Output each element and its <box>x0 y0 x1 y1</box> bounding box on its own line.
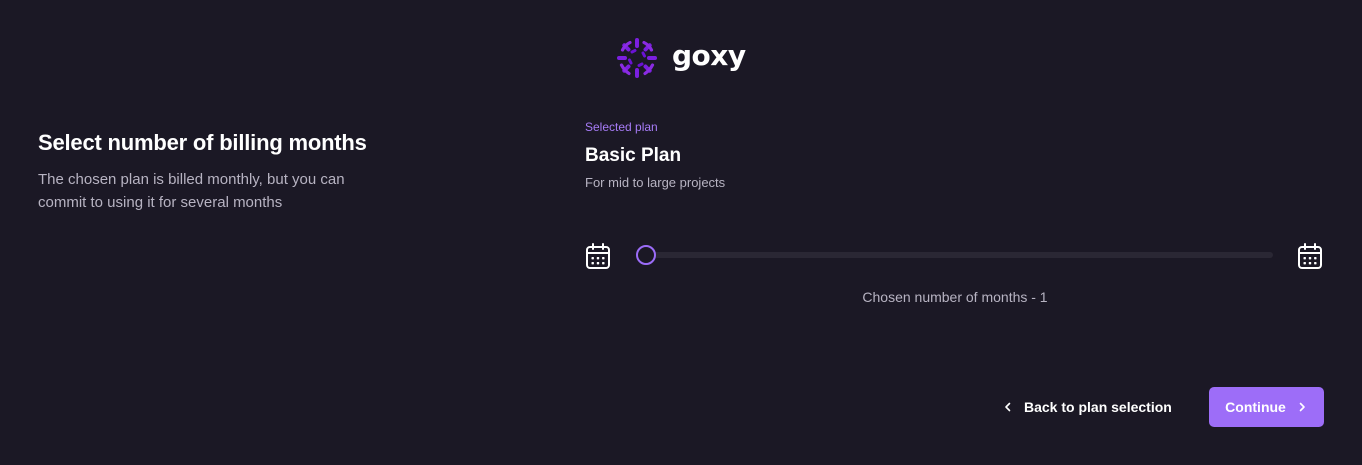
billing-months-page: goxy Select number of billing months The… <box>0 0 1362 465</box>
goxy-logo-icon <box>617 38 657 78</box>
page-title: Select number of billing months <box>38 130 367 155</box>
plan-description: For mid to large projects <box>585 175 726 190</box>
intro-section: Select number of billing months The chos… <box>38 128 398 214</box>
continue-button[interactable]: Continue <box>1209 387 1324 427</box>
selected-plan-kicker: Selected plan <box>585 120 658 134</box>
chevron-right-icon <box>1299 402 1305 412</box>
slider-thumb[interactable] <box>636 245 656 265</box>
selected-plan-summary: Selected plan Basic Plan For mid to larg… <box>585 119 1325 192</box>
plan-name: Basic Plan <box>585 145 682 166</box>
slider-track[interactable] <box>637 252 1273 258</box>
page-description: The chosen plan is billed monthly, but y… <box>38 171 345 211</box>
continue-button-label: Continue <box>1225 399 1286 415</box>
calendar-icon <box>1298 243 1322 269</box>
months-slider[interactable] <box>585 240 1325 272</box>
brand-logo: goxy <box>616 37 746 79</box>
chevron-left-icon <box>1005 402 1011 412</box>
back-button-label: Back to plan selection <box>1024 399 1172 415</box>
brand-name: goxy <box>672 39 746 72</box>
chosen-months-label: Chosen number of months - 1 <box>862 289 1048 305</box>
calendar-icon <box>586 243 610 269</box>
back-to-plan-selection-button[interactable]: Back to plan selection <box>1002 395 1172 419</box>
